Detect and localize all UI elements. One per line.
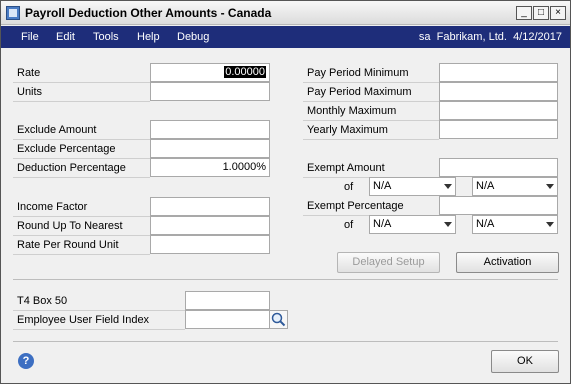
pay-period-minimum-label: Pay Period Minimum	[303, 64, 439, 83]
deduction-percentage-label: Deduction Percentage	[13, 159, 150, 178]
activation-button[interactable]: Activation	[456, 252, 559, 273]
menu-tools[interactable]: Tools	[93, 31, 119, 43]
exempt-amount-dropdown-1-value: N/A	[373, 180, 392, 192]
exclude-percentage-field[interactable]	[150, 139, 270, 158]
menu-bar: File Edit Tools Help Debug sa Fabrikam, …	[1, 26, 570, 48]
rate-label: Rate	[13, 64, 150, 83]
exclude-amount-field[interactable]	[150, 120, 270, 139]
exempt-amount-field[interactable]	[439, 158, 558, 177]
session-info: sa Fabrikam, Ltd. 4/12/2017	[419, 31, 562, 43]
company-name: Fabrikam, Ltd.	[436, 31, 507, 43]
round-up-to-nearest-field[interactable]	[150, 216, 270, 235]
app-icon	[6, 6, 20, 20]
user-name: sa	[418, 31, 431, 43]
exempt-amount-of-label: of	[344, 181, 354, 193]
chevron-down-icon	[546, 222, 554, 227]
divider	[13, 279, 558, 280]
delayed-setup-button[interactable]: Delayed Setup	[337, 252, 440, 273]
pay-period-minimum-field[interactable]	[439, 63, 558, 82]
exempt-percentage-dropdown-1[interactable]: N/A	[369, 215, 456, 234]
exempt-percentage-field[interactable]	[439, 196, 558, 215]
title-bar: Payroll Deduction Other Amounts - Canada…	[1, 1, 570, 25]
t4-box-50-label: T4 Box 50	[13, 292, 185, 311]
menu-help[interactable]: Help	[137, 31, 160, 43]
rate-per-round-unit-field[interactable]	[150, 235, 270, 254]
minimize-button[interactable]: _	[516, 6, 532, 20]
window-title: Payroll Deduction Other Amounts - Canada	[25, 6, 272, 20]
exempt-amount-dropdown-2[interactable]: N/A	[472, 177, 558, 196]
exclude-percentage-label: Exclude Percentage	[13, 140, 150, 159]
exempt-percentage-of-label: of	[344, 219, 354, 231]
exempt-percentage-dropdown-1-value: N/A	[373, 218, 392, 230]
exempt-amount-dropdown-1[interactable]: N/A	[369, 177, 456, 196]
units-label: Units	[13, 83, 150, 102]
round-up-to-nearest-label: Round Up To Nearest	[13, 217, 150, 236]
employee-user-field-index-label: Employee User Field Index	[13, 311, 185, 330]
yearly-maximum-label: Yearly Maximum	[303, 121, 439, 140]
rate-per-round-unit-label: Rate Per Round Unit	[13, 236, 150, 255]
chevron-down-icon	[546, 184, 554, 189]
exempt-percentage-dropdown-2[interactable]: N/A	[472, 215, 558, 234]
maximize-button[interactable]: □	[533, 6, 549, 20]
exempt-percentage-label: Exempt Percentage	[303, 197, 439, 216]
t4-box-50-field[interactable]	[185, 291, 270, 310]
monthly-maximum-label: Monthly Maximum	[303, 102, 439, 121]
units-field[interactable]	[150, 82, 270, 101]
pay-period-maximum-label: Pay Period Maximum	[303, 83, 439, 102]
monthly-maximum-field[interactable]	[439, 101, 558, 120]
lookup-button[interactable]	[269, 310, 288, 329]
user-date: 4/12/2017	[513, 31, 562, 43]
help-icon[interactable]: ?	[18, 353, 34, 369]
close-button[interactable]: ×	[550, 6, 566, 20]
rate-value: 0.00000	[224, 66, 266, 78]
exclude-amount-label: Exclude Amount	[13, 121, 150, 140]
menu-debug[interactable]: Debug	[177, 31, 209, 43]
menu-file[interactable]: File	[21, 31, 39, 43]
ok-button[interactable]: OK	[491, 350, 559, 373]
pay-period-maximum-field[interactable]	[439, 82, 558, 101]
employee-user-field-index-field[interactable]	[185, 310, 270, 329]
menu-edit[interactable]: Edit	[56, 31, 75, 43]
income-factor-label: Income Factor	[13, 198, 150, 217]
exempt-amount-label: Exempt Amount	[303, 159, 439, 178]
footer-divider	[13, 341, 558, 342]
chevron-down-icon	[444, 184, 452, 189]
yearly-maximum-field[interactable]	[439, 120, 558, 139]
deduction-percentage-field[interactable]: 1.0000%	[150, 158, 270, 177]
exempt-amount-dropdown-2-value: N/A	[476, 180, 495, 192]
income-factor-field[interactable]	[150, 197, 270, 216]
rate-field[interactable]: 0.00000	[150, 63, 270, 82]
chevron-down-icon	[444, 222, 452, 227]
exempt-percentage-dropdown-2-value: N/A	[476, 218, 495, 230]
payroll-deduction-window: Payroll Deduction Other Amounts - Canada…	[0, 0, 571, 384]
magnifier-icon	[271, 312, 286, 327]
